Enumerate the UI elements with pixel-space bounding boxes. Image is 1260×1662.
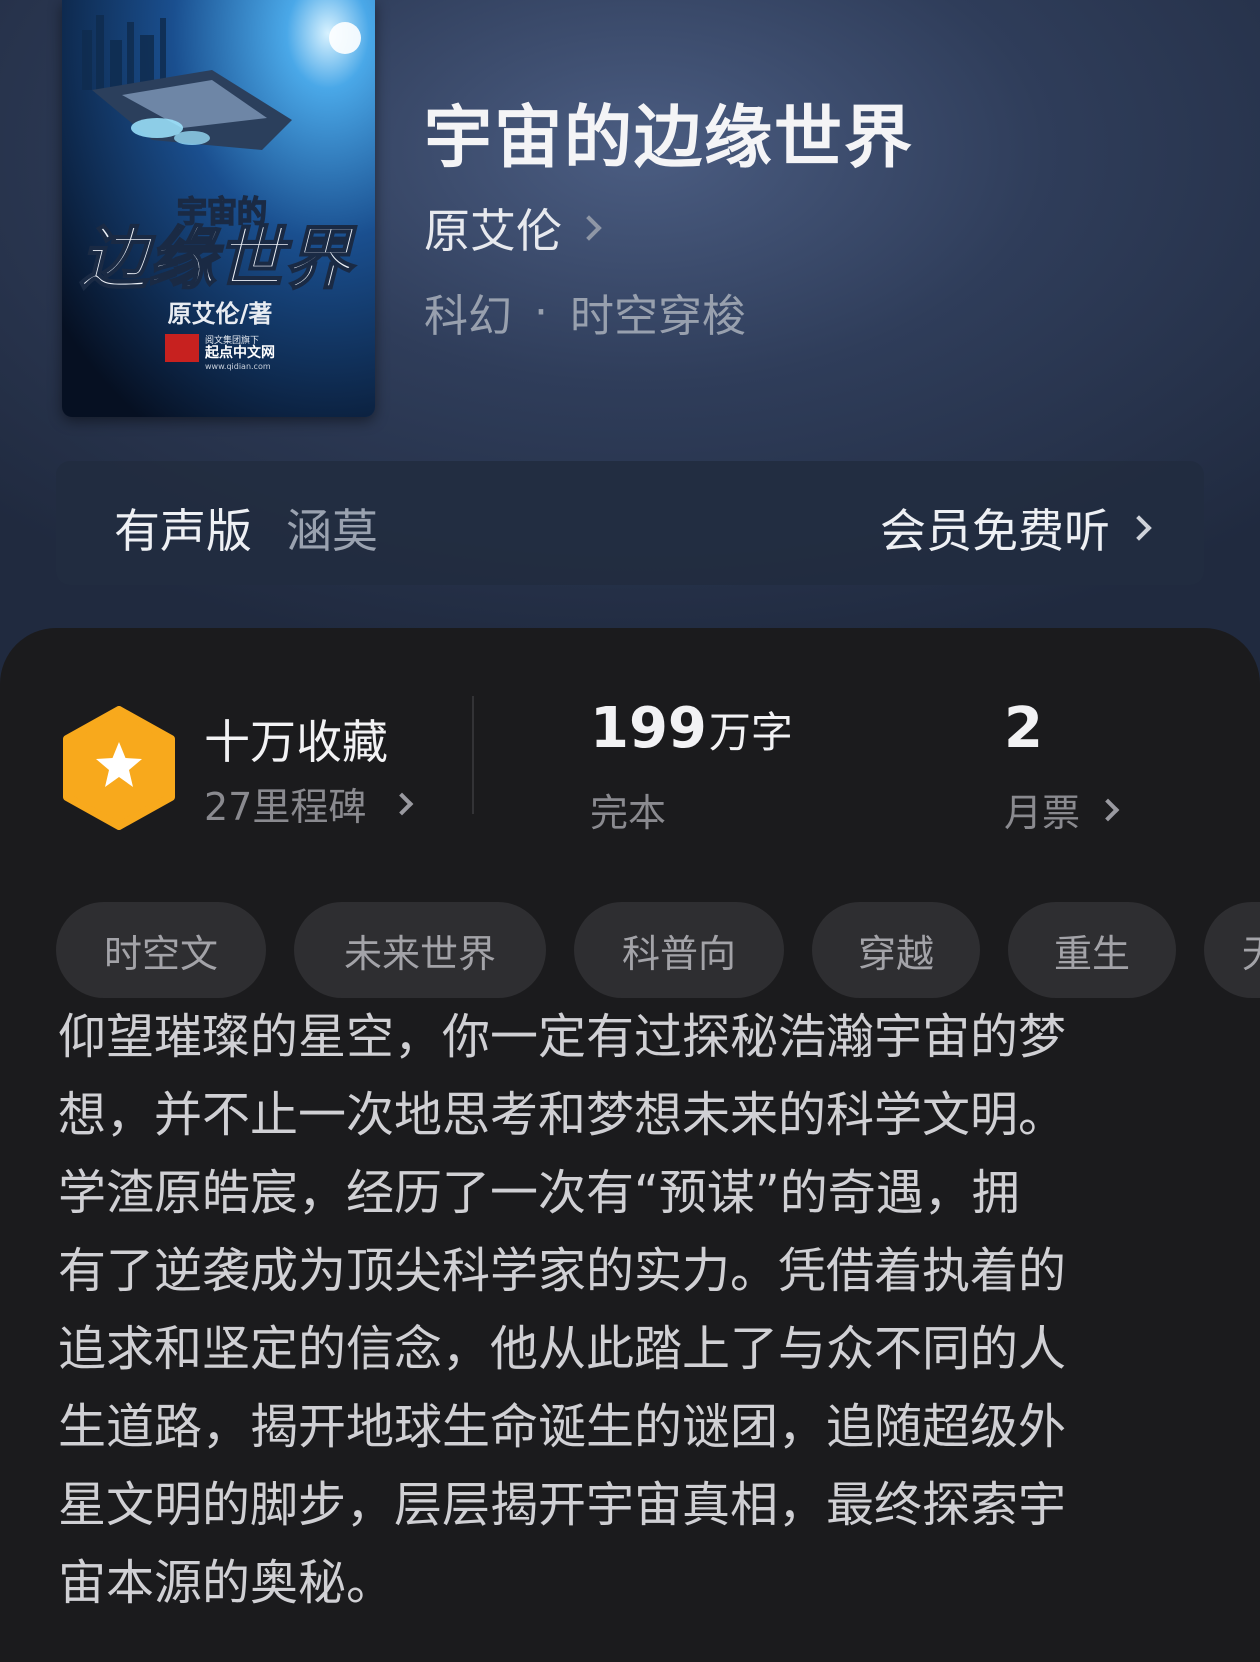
description-line: 宙本源的奥秘。 <box>58 1555 395 1611</box>
description-line: 生道路，揭开地球生命诞生的谜团，追随超级外 <box>58 1399 1067 1455</box>
milestones-link[interactable]: 27里程碑 <box>204 776 414 831</box>
member-free-listen-label: 会员免费听 <box>880 504 1110 558</box>
tag-chip[interactable]: 重生 <box>1008 902 1176 998</box>
star-badge-icon <box>63 706 175 830</box>
description-line: 有了逆袭成为顶尖科学家的实力。凭借着执着的 <box>58 1243 1067 1299</box>
description-line: 星文明的脚步，层层揭开宇宙真相，最终探索宇 <box>58 1477 1067 1533</box>
tag-chip[interactable]: 穿越 <box>812 902 980 998</box>
word-count: 199万字 <box>590 696 793 761</box>
cover-author: 原艾伦/著 <box>168 299 273 328</box>
book-cover[interactable]: 宇宙的 边缘世界 原艾伦/著 阅文集团旗下 起点中文网 www.qidian.c… <box>62 0 375 417</box>
book-title: 宇宙的边缘世界 <box>424 98 915 178</box>
milestones-label: 27里程碑 <box>204 785 367 829</box>
description-line: 追求和坚定的信念，他从此踏上了与众不同的人 <box>58 1321 1067 1377</box>
chevron-right-icon <box>1126 515 1152 541</box>
tag-chip[interactable]: 时空文 <box>56 902 266 998</box>
completion-status: 完本 <box>590 791 667 835</box>
author-name: 原艾伦 <box>424 204 562 258</box>
tag-chip[interactable]: 未来世界 <box>294 902 546 998</box>
audiobook-narrator: 涵莫 <box>286 504 378 558</box>
monthly-votes-label: 月票 <box>1004 791 1081 835</box>
book-detail-panel: 十万收藏 27里程碑 199万字 完本 2 月票 时空文 未来世界 科普向 穿越… <box>0 628 1260 1662</box>
word-count-unit: 万字 <box>708 708 793 757</box>
description-line: 仰望璀璨的星空，你一定有过探秘浩瀚宇宙的梦 <box>58 1009 1067 1065</box>
author-link[interactable]: 原艾伦 <box>424 195 602 261</box>
audiobook-label: 有声版 <box>114 504 252 558</box>
chevron-right-icon <box>576 215 602 241</box>
subcategory: 时空穿梭 <box>570 291 746 342</box>
book-description: 仰望璀璨的星空，你一定有过探秘浩瀚宇宙的梦 想，并不止一次地思考和梦想未来的科学… <box>58 998 1176 1622</box>
cover-title-large: 边缘世界 <box>80 219 357 299</box>
description-line: 想，并不止一次地思考和梦想未来的科学文明。 <box>58 1087 1067 1143</box>
separator-dot: · <box>534 286 548 338</box>
member-free-listen-button[interactable]: 会员免费听 <box>880 495 1152 561</box>
monthly-votes-link[interactable]: 月票 <box>1004 782 1120 837</box>
tag-chip[interactable]: 无 <box>1204 902 1260 998</box>
collection-count: 十万收藏 <box>204 715 388 769</box>
publisher-logo <box>165 334 199 362</box>
chevron-right-icon <box>391 792 414 815</box>
tag-list: 时空文 未来世界 科普向 穿越 重生 无 <box>56 902 1260 998</box>
genre-info: 科幻 · 时空穿梭 <box>424 280 746 344</box>
book-header: 宇宙的 边缘世界 原艾伦/著 阅文集团旗下 起点中文网 www.qidian.c… <box>0 0 1260 700</box>
chevron-right-icon <box>1096 798 1120 821</box>
description-line: 学渣原皓宸，经历了一次有“预谋”的奇遇，拥 <box>58 1165 1020 1221</box>
publisher-name: 起点中文网 <box>204 344 275 361</box>
tag-chip[interactable]: 科普向 <box>574 902 784 998</box>
publisher-url: www.qidian.com <box>205 362 271 371</box>
audiobook-bar[interactable]: 有声版 涵莫 会员免费听 <box>56 461 1204 585</box>
stats-divider <box>472 696 474 814</box>
category: 科幻 <box>424 291 512 342</box>
book-cover-image: 宇宙的 边缘世界 原艾伦/著 阅文集团旗下 起点中文网 www.qidian.c… <box>62 0 375 417</box>
word-count-number: 199 <box>590 696 707 761</box>
monthly-votes-count: 2 <box>1004 696 1043 761</box>
